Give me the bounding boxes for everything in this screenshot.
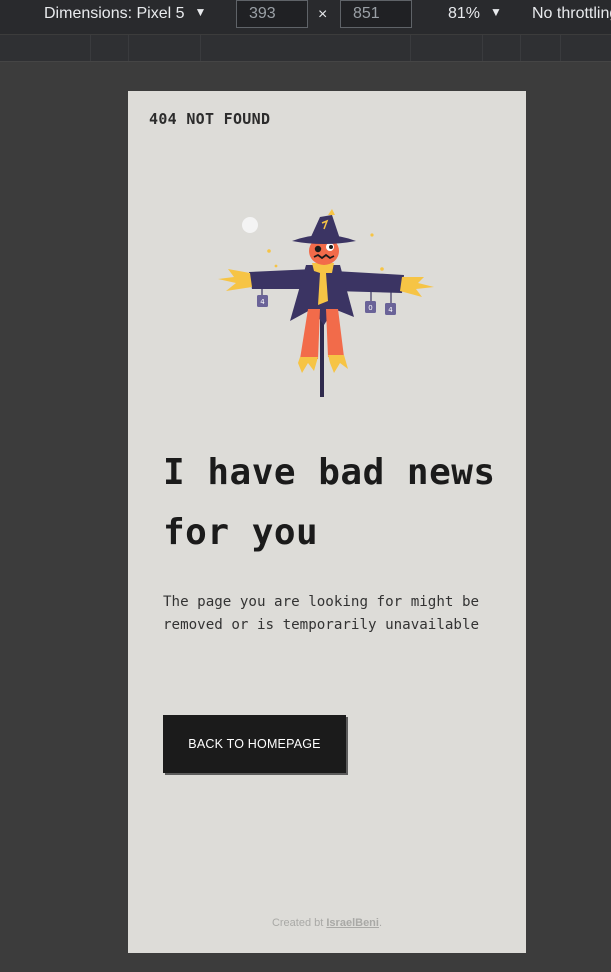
brand-title: 404 NOT FOUND <box>149 110 271 128</box>
svg-text:4: 4 <box>388 306 393 314</box>
zoom-label: 81% <box>448 5 481 22</box>
times-separator: × <box>318 6 328 23</box>
footer-suffix: . <box>378 917 383 929</box>
dimensions-dropdown[interactable]: Dimensions: Pixel 5 ▼ <box>44 5 206 23</box>
device-viewport: 404 NOT FOUND 4 0 4 I have bad news for … <box>128 91 526 953</box>
throttling-dropdown[interactable]: No throttling <box>532 5 611 23</box>
ruler-segment <box>90 35 91 61</box>
media-query-ruler <box>0 34 611 62</box>
devtools-device-toolbar: Dimensions: Pixel 5 ▼ 393 × 851 81% ▼ No t… <box>0 0 611 34</box>
ruler-segment <box>410 35 411 61</box>
footer-prefix: Created bt <box>271 917 327 929</box>
ruler-segment <box>200 35 201 61</box>
width-input[interactable]: 393 <box>236 0 308 28</box>
dimensions-label: Dimensions: Pixel 5 <box>44 5 185 22</box>
footer-credit: Created bt IsraelBeni. <box>128 917 526 929</box>
page-headline: I have bad news for you <box>163 452 496 553</box>
height-input[interactable]: 851 <box>340 0 412 28</box>
zoom-dropdown[interactable]: 81% ▼ <box>448 5 502 23</box>
error-message: The page you are looking for might be re… <box>163 594 480 633</box>
ruler-segment <box>128 35 129 61</box>
author-link[interactable]: IsraelBeni <box>326 917 379 929</box>
caret-down-icon: ▼ <box>490 5 502 19</box>
scarecrow-illustration: 4 0 4 <box>218 209 434 397</box>
back-to-homepage-button[interactable]: BACK TO HOMEPAGE <box>163 715 346 773</box>
ruler-segment <box>482 35 483 61</box>
caret-down-icon: ▼ <box>194 5 207 19</box>
throttling-label: No throttling <box>532 5 611 22</box>
svg-text:4: 4 <box>260 298 265 306</box>
ruler-segment <box>560 35 561 61</box>
svg-text:0: 0 <box>368 304 372 312</box>
ruler-segment <box>520 35 521 61</box>
